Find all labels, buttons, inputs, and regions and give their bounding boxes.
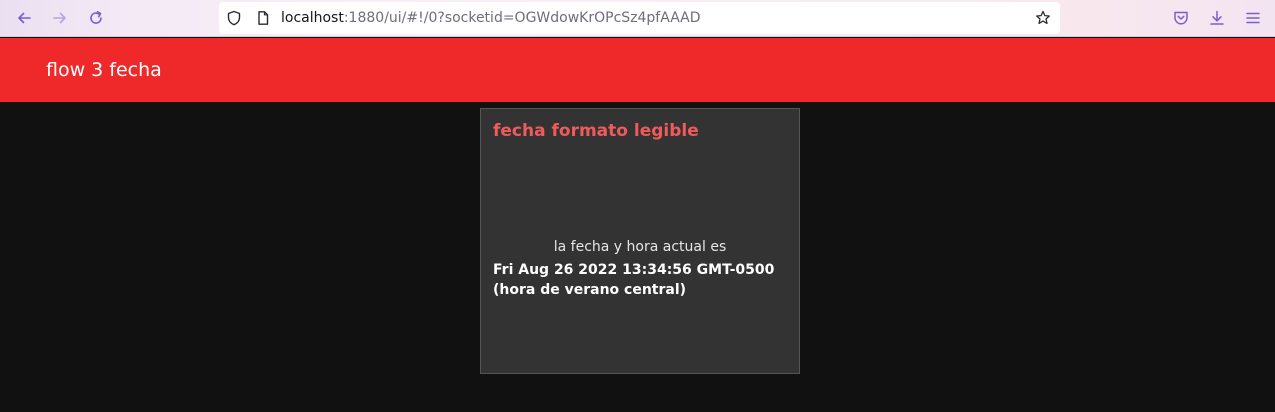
download-icon[interactable] xyxy=(1208,9,1226,27)
page-icon[interactable] xyxy=(255,10,271,26)
forward-arrow-icon xyxy=(53,12,66,24)
reload-button[interactable] xyxy=(83,5,109,31)
back-arrow-icon xyxy=(18,12,31,24)
back-button[interactable] xyxy=(11,5,37,31)
card-title: fecha formato legible xyxy=(493,121,699,141)
fecha-card: fecha formato legible la fecha y hora ac… xyxy=(480,108,800,374)
menu-icon[interactable] xyxy=(1244,9,1262,27)
forward-button[interactable] xyxy=(47,5,73,31)
bookmark-star-icon[interactable] xyxy=(1035,10,1051,26)
shield-icon[interactable] xyxy=(226,10,242,26)
page-title: flow 3 fecha xyxy=(46,59,162,81)
browser-toolbar: localhost:1880/ui/#!/0?socketid=OGWdowKr… xyxy=(0,0,1275,37)
date-value: Fri Aug 26 2022 13:34:56 GMT-0500 (hora … xyxy=(493,262,775,298)
dashboard-header: flow 3 fecha xyxy=(0,38,1275,102)
url-bar[interactable]: localhost:1880/ui/#!/0?socketid=OGWdowKr… xyxy=(219,2,1060,34)
url-host: localhost xyxy=(281,10,344,26)
date-label: la fecha y hora actual es xyxy=(553,239,727,255)
pocket-icon[interactable] xyxy=(1172,9,1190,27)
url-text[interactable]: localhost:1880/ui/#!/0?socketid=OGWdowKr… xyxy=(281,9,701,27)
url-path: :1880/ui/#!/0?socketid=OGWdowKrOPcSz4pfA… xyxy=(343,10,701,26)
reload-icon xyxy=(90,11,102,24)
